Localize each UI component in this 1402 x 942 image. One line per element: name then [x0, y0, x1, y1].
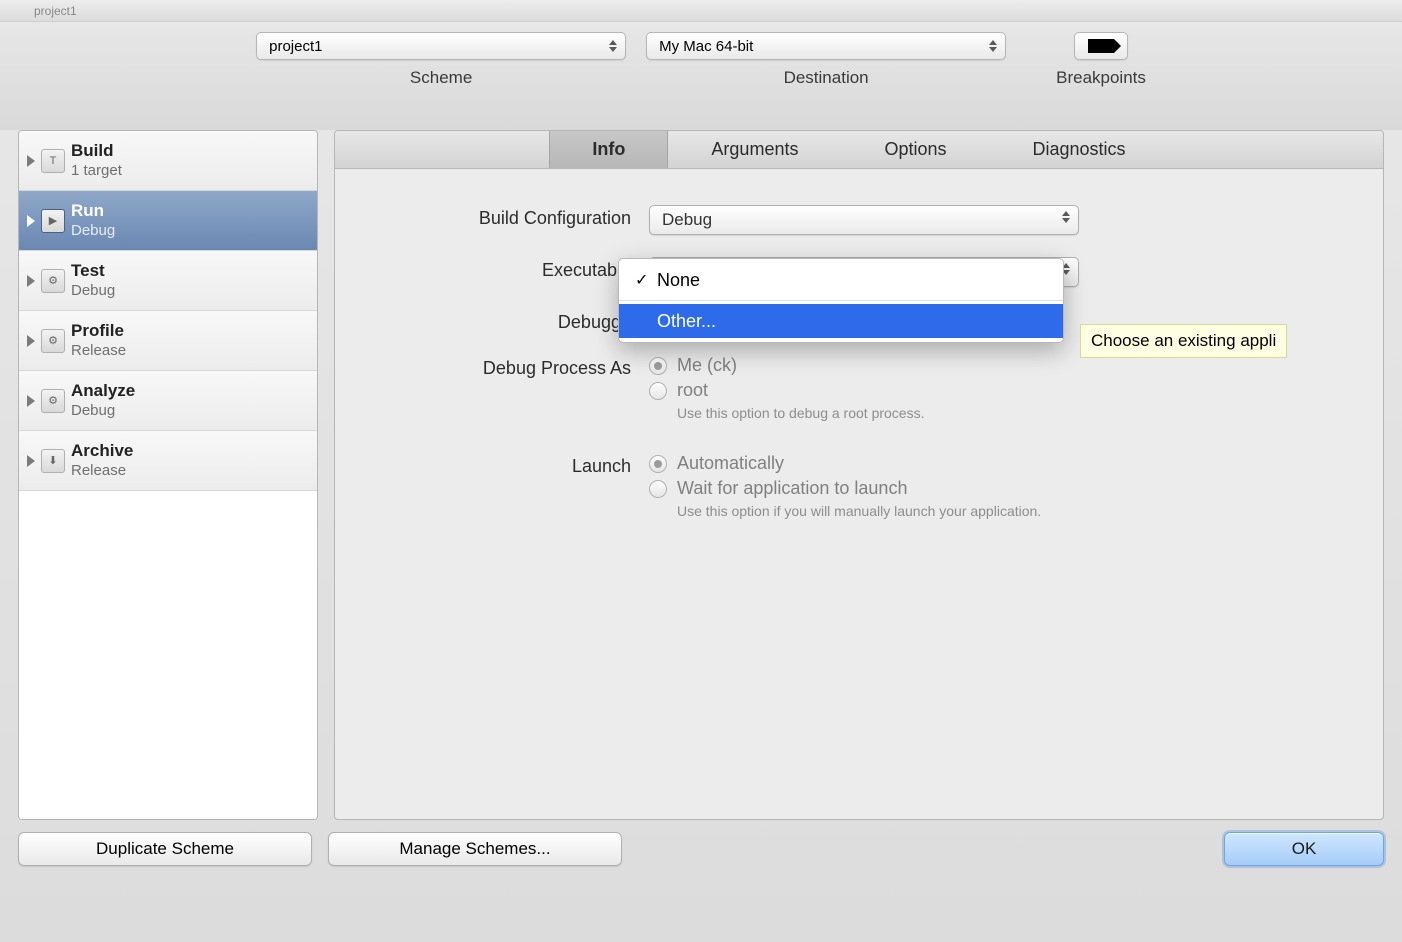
- sidebar-item-test[interactable]: ⚙ Test Debug: [19, 251, 317, 311]
- launch-wait-radio[interactable]: Wait for application to launch: [649, 478, 1349, 499]
- sidebar-item-profile[interactable]: ⚙ Profile Release: [19, 311, 317, 371]
- menu-separator: [619, 300, 1063, 301]
- debug-as-root-hint: Use this option to debug a root process.: [677, 405, 1349, 421]
- radio-icon: [649, 357, 667, 375]
- scheme-value: project1: [269, 38, 322, 55]
- launch-wait-label: Wait for application to launch: [677, 478, 907, 499]
- bottom-button-row: Duplicate Scheme Manage Schemes... OK: [0, 820, 1402, 866]
- tab-arguments[interactable]: Arguments: [668, 131, 841, 168]
- sidebar-item-title: Analyze: [71, 381, 135, 401]
- debug-as-me-label: Me (ck): [677, 355, 737, 376]
- sidebar-item-title: Run: [71, 201, 115, 221]
- sidebar-item-archive[interactable]: ⬇ Archive Release: [19, 431, 317, 491]
- debugger-label: Debugge: [369, 309, 649, 333]
- disclosure-icon: [27, 455, 35, 467]
- launch-wait-hint: Use this option if you will manually lau…: [677, 503, 1349, 519]
- destination-popup[interactable]: My Mac 64-bit: [646, 32, 1006, 60]
- radio-icon: [649, 382, 667, 400]
- destination-caption: Destination: [784, 68, 869, 88]
- tab-options[interactable]: Options: [841, 131, 989, 168]
- launch-auto-label: Automatically: [677, 453, 784, 474]
- window-title: project1: [34, 4, 77, 18]
- tab-diagnostics[interactable]: Diagnostics: [990, 131, 1169, 168]
- sidebar-item-sub: Debug: [71, 282, 115, 300]
- info-form: Build Configuration Debug Executable: [335, 169, 1383, 587]
- sidebar-item-title: Archive: [71, 441, 133, 461]
- breakpoints-caption: Breakpoints: [1056, 68, 1146, 88]
- debug-as-root-radio[interactable]: root: [649, 380, 1349, 401]
- menu-item-label: None: [657, 270, 700, 291]
- disclosure-icon: [27, 275, 35, 287]
- test-icon: ⚙: [41, 269, 65, 293]
- disclosure-icon: [27, 155, 35, 167]
- menu-item-label: Other...: [657, 311, 716, 332]
- content-panel: Info Arguments Options Diagnostics Build…: [334, 130, 1384, 820]
- sidebar-item-title: Build: [71, 141, 122, 161]
- sidebar-item-sub: Release: [71, 342, 126, 360]
- breakpoints-button[interactable]: [1074, 32, 1128, 60]
- build-config-label: Build Configuration: [369, 205, 649, 229]
- launch-label: Launch: [369, 453, 649, 477]
- executable-label: Executable: [369, 257, 649, 281]
- sidebar-item-sub: Debug: [71, 222, 115, 240]
- radio-icon: [649, 455, 667, 473]
- disclosure-icon: [27, 395, 35, 407]
- sidebar-item-sub: Release: [71, 462, 133, 480]
- destination-value: My Mac 64-bit: [659, 38, 753, 55]
- menu-item-other[interactable]: Other...: [619, 304, 1063, 338]
- disclosure-icon: [27, 215, 35, 227]
- check-icon: ✓: [635, 270, 657, 290]
- sidebar-item-title: Test: [71, 261, 115, 281]
- sidebar-blank: [19, 491, 317, 820]
- stepper-icon: [609, 37, 619, 55]
- profile-icon: ⚙: [41, 329, 65, 353]
- breakpoint-tag-icon: [1088, 39, 1114, 53]
- menu-item-none[interactable]: ✓ None: [619, 263, 1063, 297]
- scheme-popup[interactable]: project1: [256, 32, 626, 60]
- tab-info[interactable]: Info: [549, 131, 668, 168]
- radio-icon: [649, 480, 667, 498]
- executable-menu: ✓ None Other...: [618, 258, 1064, 343]
- sidebar-item-build[interactable]: T Build 1 target: [19, 131, 317, 191]
- sidebar-item-analyze[interactable]: ⚙ Analyze Debug: [19, 371, 317, 431]
- build-config-value: Debug: [662, 210, 712, 230]
- sidebar-item-sub: 1 target: [71, 162, 122, 180]
- debug-as-me-radio[interactable]: Me (ck): [649, 355, 1349, 376]
- launch-auto-radio[interactable]: Automatically: [649, 453, 1349, 474]
- duplicate-scheme-button[interactable]: Duplicate Scheme: [18, 832, 312, 866]
- toolbar-region: project1 project1 Scheme My Mac 64-bit D…: [0, 0, 1402, 130]
- build-config-select[interactable]: Debug: [649, 205, 1079, 235]
- debug-as-label: Debug Process As: [369, 355, 649, 379]
- tab-bar: Info Arguments Options Diagnostics: [335, 131, 1383, 169]
- debug-as-root-label: root: [677, 380, 708, 401]
- scheme-sidebar: T Build 1 target ▶ Run Debug ⚙ Test Debu…: [18, 130, 318, 820]
- build-icon: T: [41, 149, 65, 173]
- stepper-icon: [989, 37, 999, 55]
- run-icon: ▶: [41, 209, 65, 233]
- analyze-icon: ⚙: [41, 389, 65, 413]
- sidebar-item-run[interactable]: ▶ Run Debug: [19, 191, 317, 251]
- window-titlebar: project1: [0, 0, 1402, 22]
- stepper-icon: [1062, 211, 1072, 229]
- scheme-caption: Scheme: [410, 68, 472, 88]
- disclosure-icon: [27, 335, 35, 347]
- manage-schemes-button[interactable]: Manage Schemes...: [328, 832, 622, 866]
- sidebar-item-title: Profile: [71, 321, 126, 341]
- sidebar-item-sub: Debug: [71, 402, 135, 420]
- ok-button[interactable]: OK: [1224, 832, 1384, 866]
- archive-icon: ⬇: [41, 449, 65, 473]
- tooltip: Choose an existing appli: [1080, 324, 1287, 358]
